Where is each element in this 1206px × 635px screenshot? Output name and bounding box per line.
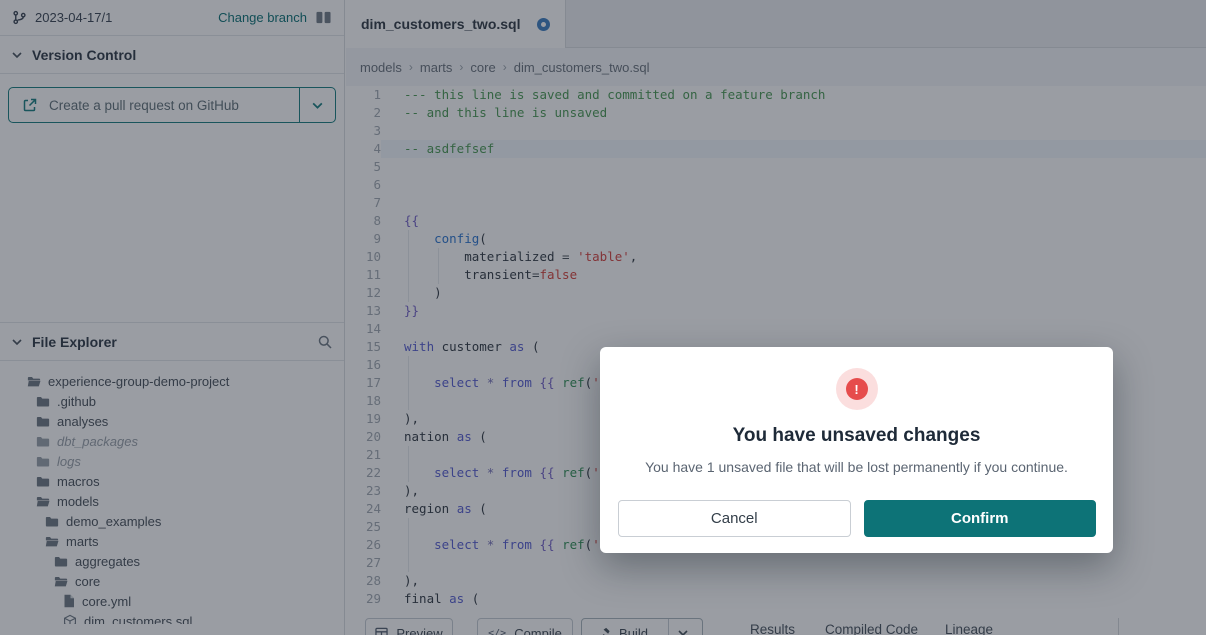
confirm-button[interactable]: Confirm [864, 500, 1097, 537]
error-icon-halo: ! [836, 368, 878, 410]
cancel-button[interactable]: Cancel [618, 500, 851, 537]
modal-body-text: You have 1 unsaved file that will be los… [600, 459, 1113, 475]
modal-title: You have unsaved changes [600, 425, 1113, 447]
error-exclamation-icon: ! [846, 378, 868, 400]
dbt-ide-app: 2023-04-17/1 Change branch Version Contr… [0, 0, 1206, 635]
unsaved-changes-modal: ! You have unsaved changes You have 1 un… [600, 347, 1113, 553]
